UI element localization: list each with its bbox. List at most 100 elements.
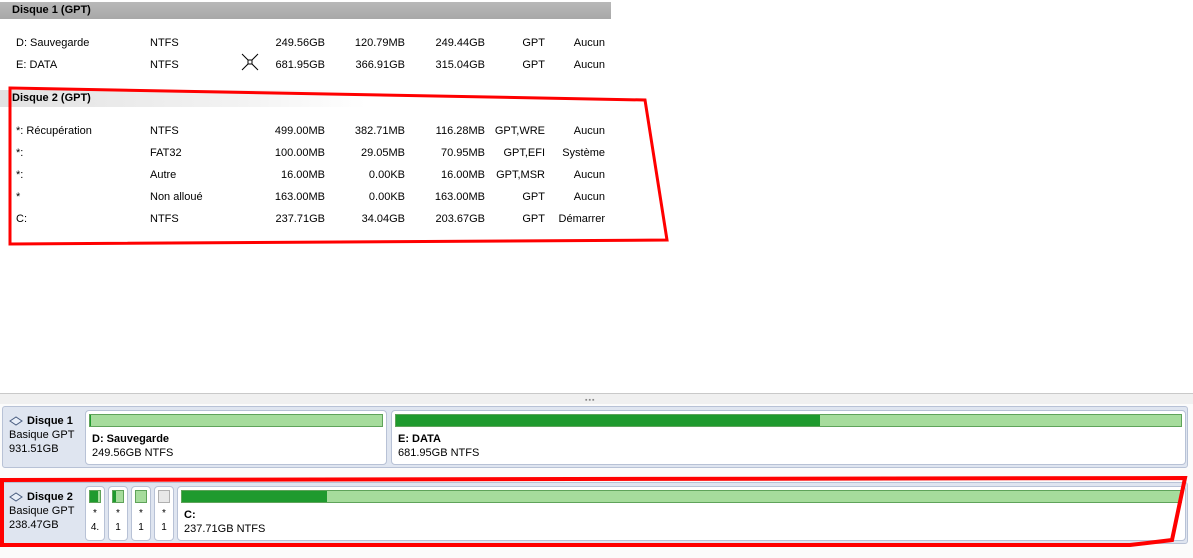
partition-used: 34.04GB [361,213,405,225]
partition-fs: Autre [150,169,177,181]
partition-row[interactable]: *: FAT32 100.00MB 29.05MB 70.95MB GPT,EF… [0,142,611,164]
disk-map-pane: Disque 1 Basique GPT 931.51GB D: Sauvega… [0,404,1193,558]
partition-list-pane: Disque 1 (GPT) D: Sauvegarde NTFS 249.56… [0,0,1193,393]
partition-row[interactable]: *: Récupération NTFS 499.00MB 382.71MB 1… [0,120,611,142]
partition-block-small[interactable]: * 1 [131,486,151,541]
usage-bar-fill [182,491,327,502]
partition-block-title: E: DATA [398,433,441,445]
partition-status: Aucun [573,191,605,203]
splitter-grip-icon[interactable]: ▪▪▪ [585,397,595,404]
partition-block-c[interactable]: C: 237.71GB NTFS [177,486,1186,541]
partition-small-label: * 1 [132,507,150,535]
partition-fs: Non alloué [150,191,203,203]
usage-bar [158,490,170,503]
partition-status: Aucun [573,37,605,49]
partition-name: C: [16,213,27,225]
partition-row[interactable]: E: DATA NTFS 681.95GB 366.91GB 315.04GB … [0,54,611,76]
usage-bar-fill [113,491,116,502]
partition-small-label: * 1 [109,507,127,535]
partition-block-label: C: 237.71GB NTFS [184,508,265,536]
partition-capacity: 237.71GB [275,213,325,225]
disk2-size: 238.47GB [9,519,59,531]
partition-status: Démarrer [558,213,605,225]
partition-free: 16.00MB [440,169,485,181]
partition-status: Système [562,147,605,159]
partition-status: Aucun [573,125,605,137]
usage-bar [181,490,1182,503]
partition-used: 120.79MB [354,37,405,49]
partition-fs: NTFS [150,37,179,49]
partition-capacity: 163.00MB [274,191,325,203]
partition-block-unallocated[interactable]: * 1 [154,486,174,541]
disk1-list-header[interactable]: Disque 1 (GPT) [0,2,611,19]
partition-used: 382.71MB [354,125,405,137]
usage-bar-fill [90,491,98,502]
partition-small-line2: 4. [90,522,100,533]
pane-splitter[interactable]: ▪▪▪ [0,393,1193,404]
disk-icon [9,492,23,502]
disk1-kind: Basique GPT [9,429,75,441]
partition-free: 116.28MB [435,125,485,137]
partition-small-line1: * [93,508,97,519]
partition-block-d[interactable]: D: Sauvegarde 249.56GB NTFS [85,410,387,465]
partition-fs: NTFS [150,213,179,225]
partition-capacity: 499.00MB [274,125,325,137]
move-cursor-icon [241,53,259,71]
partition-block-title: C: [184,509,196,521]
partition-free: 203.67GB [435,213,485,225]
partition-block-label: E: DATA 681.95GB NTFS [398,432,479,460]
partition-small-line1: * [139,508,143,519]
disk2-info: Disque 2 Basique GPT 238.47GB [3,483,83,543]
partition-row[interactable]: * Non alloué 163.00MB 0.00KB 163.00MB GP… [0,186,611,208]
partition-used: 0.00KB [368,169,405,181]
disk1-name: Disque 1 [27,415,73,427]
usage-bar [89,490,101,503]
partition-capacity: 249.56GB [275,37,325,49]
partition-row[interactable]: D: Sauvegarde NTFS 249.56GB 120.79MB 249… [0,32,611,54]
partition-name: * [16,191,21,203]
partition-capacity: 16.00MB [280,169,325,181]
usage-bar [135,490,147,503]
partition-fs: NTFS [150,125,179,137]
partition-fs: FAT32 [150,147,182,159]
partition-block-detail: 249.56GB NTFS [92,447,174,459]
partition-free: 163.00MB [434,191,485,203]
partition-block-e[interactable]: E: DATA 681.95GB NTFS [391,410,1186,465]
disk1-map-row[interactable]: Disque 1 Basique GPT 931.51GB D: Sauvega… [2,406,1188,468]
partition-small-line2: 1 [115,522,121,533]
usage-bar [112,490,124,503]
partition-capacity: 100.00MB [274,147,325,159]
partition-small-label: * 1 [155,507,173,535]
disk2-list-header[interactable]: Disque 2 (GPT) [0,90,611,107]
partition-block-detail: 681.95GB NTFS [398,447,480,459]
disk1-size: 931.51GB [9,443,59,455]
partition-fs: NTFS [150,59,179,71]
partition-small-line2: 1 [138,522,144,533]
disk2-title: Disque 2 [9,490,83,504]
disk2-name: Disque 2 [27,491,73,503]
partition-name: E: DATA [16,59,58,71]
usage-bar [89,414,383,427]
partition-small-label: * 4. [86,507,104,535]
partition-row[interactable]: C: NTFS 237.71GB 34.04GB 203.67GB GPT Dé… [0,208,611,230]
usage-bar-fill [396,415,820,426]
partition-block-small[interactable]: * 4. [85,486,105,541]
partition-block-small[interactable]: * 1 [108,486,128,541]
partition-free: 315.04GB [435,59,485,71]
partition-status: Aucun [573,59,605,71]
partition-name: *: Récupération [16,125,92,137]
partition-free: 70.95MB [440,147,485,159]
partition-status: Aucun [573,169,605,181]
partition-block-detail: 237.71GB NTFS [184,523,266,535]
partition-block-label: D: Sauvegarde 249.56GB NTFS [92,432,173,460]
disk2-map-row[interactable]: Disque 2 Basique GPT 238.47GB * 4. * 1 *… [2,482,1188,544]
partition-small-line2: 1 [161,522,167,533]
partition-row[interactable]: *: Autre 16.00MB 0.00KB 16.00MB GPT,MSR … [0,164,611,186]
disk1-info: Disque 1 Basique GPT 931.51GB [3,407,83,467]
disk-icon [9,416,23,426]
partition-used: 366.91GB [355,59,405,71]
partition-small-line1: * [116,508,120,519]
partition-name: D: Sauvegarde [16,37,90,49]
disk1-title: Disque 1 [9,414,83,428]
partition-name: *: [16,147,24,159]
